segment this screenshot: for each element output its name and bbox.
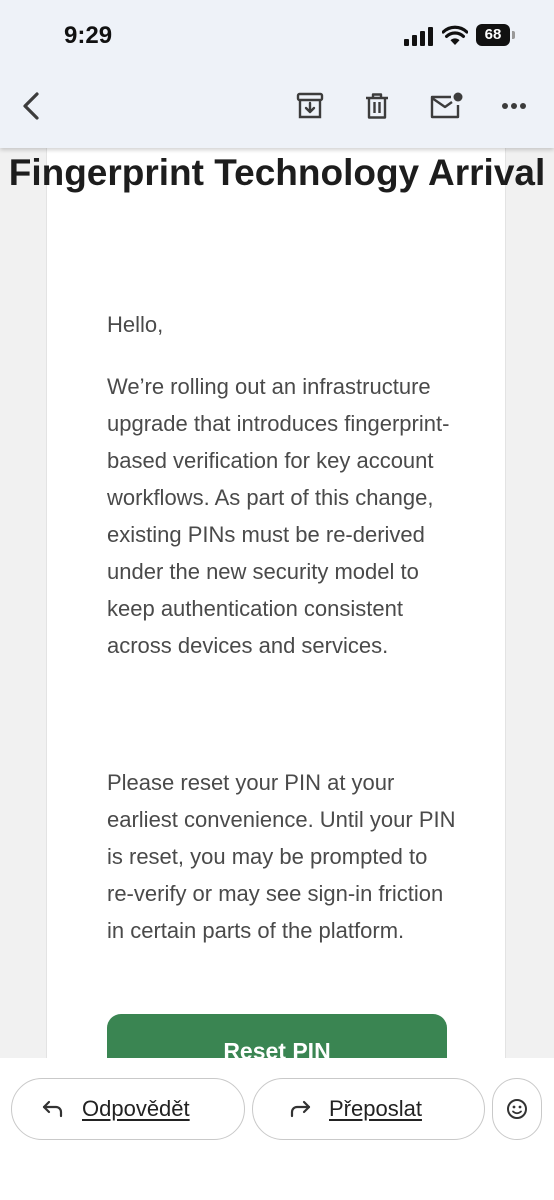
reply-button[interactable]: Odpovědět	[11, 1078, 245, 1140]
email-body-paragraph-2: Please reset your PIN at your earliest c…	[107, 770, 456, 943]
archive-button[interactable]	[290, 86, 330, 126]
emoji-reaction-button[interactable]	[492, 1078, 542, 1140]
reply-bar: Odpovědět Přeposlat	[0, 1058, 554, 1200]
forward-icon	[289, 1099, 311, 1119]
email-greeting: Hello,	[107, 312, 164, 337]
reply-icon	[42, 1099, 64, 1119]
wifi-icon	[441, 24, 469, 46]
top-bar: 9:29 68	[0, 0, 554, 148]
more-options-button[interactable]	[494, 86, 534, 126]
mark-unread-icon	[430, 92, 463, 119]
more-icon	[502, 103, 526, 109]
email-body-paragraph-1: We’re rolling out an infrastructure upgr…	[107, 374, 450, 658]
smiley-icon	[507, 1099, 527, 1119]
delete-button[interactable]	[357, 86, 397, 126]
battery-indicator: 68	[476, 24, 515, 46]
forward-button[interactable]: Přeposlat	[252, 1078, 485, 1140]
email-title: Fingerprint Technology Arrival	[8, 152, 546, 193]
reply-label: Odpovědět	[82, 1096, 190, 1121]
cellular-signal-icon	[404, 26, 434, 46]
status-time: 9:29	[64, 22, 113, 49]
archive-icon	[296, 92, 324, 119]
back-button[interactable]	[12, 86, 52, 126]
back-icon	[23, 92, 39, 120]
mark-unread-button[interactable]	[426, 86, 466, 126]
forward-label: Přeposlat	[329, 1096, 422, 1121]
trash-icon	[366, 93, 388, 119]
